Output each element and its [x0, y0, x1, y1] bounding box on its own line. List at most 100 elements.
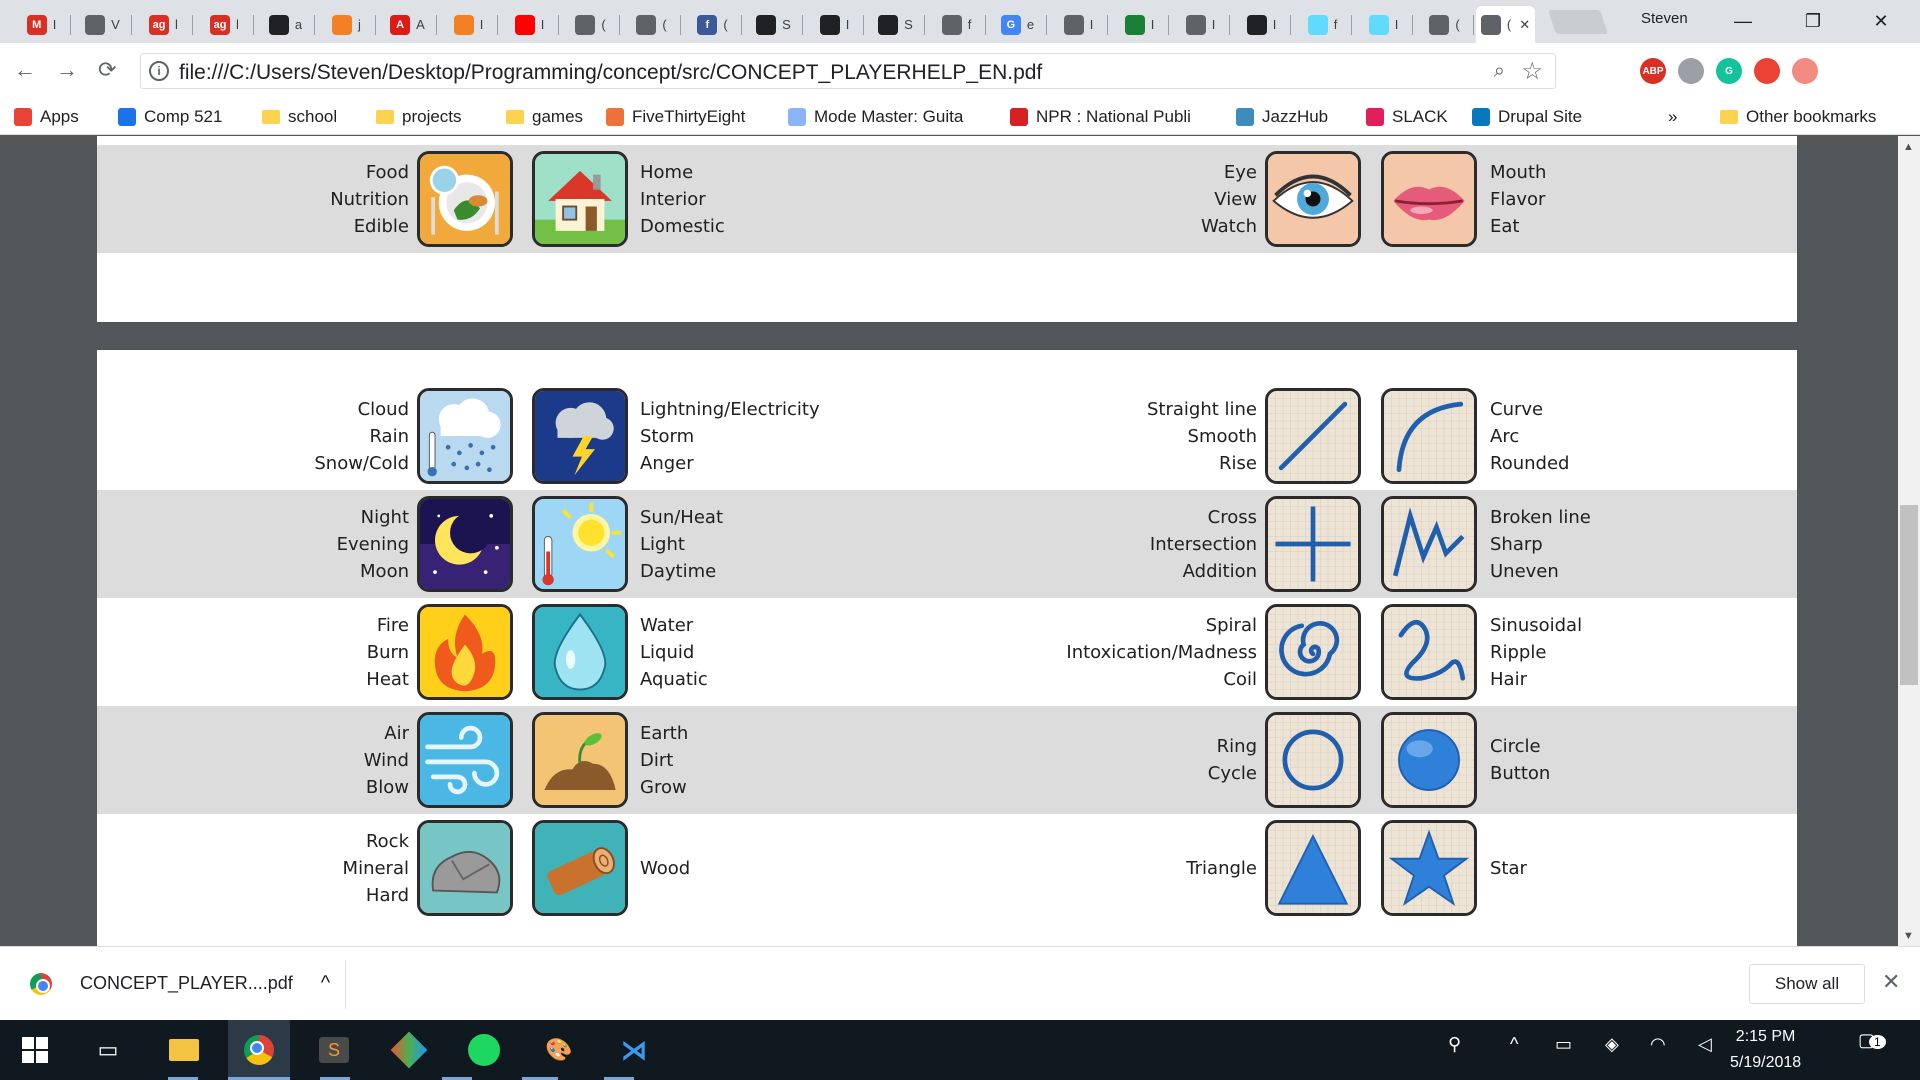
paint-icon[interactable]: 🎨: [539, 1030, 579, 1070]
browser-tab[interactable]: I: [1232, 6, 1291, 43]
browser-tab[interactable]: f: [927, 6, 986, 43]
browser-tab[interactable]: I: [439, 6, 498, 43]
bookmark-slack[interactable]: SLACK: [1366, 107, 1448, 127]
tab-title: f: [967, 17, 972, 32]
grammarly-icon[interactable]: G: [1716, 58, 1742, 84]
browser-tab[interactable]: S: [744, 6, 803, 43]
battery-icon[interactable]: ▭: [1555, 1034, 1572, 1055]
address-bar[interactable]: i file:///C:/Users/Steven/Desktop/Progra…: [140, 53, 1556, 89]
browser-tab[interactable]: I: [1110, 6, 1169, 43]
pdf-viewer[interactable]: Food Nutrition Edible Home Interior Domes…: [0, 136, 1898, 946]
dropbox-icon[interactable]: ◈: [1605, 1034, 1619, 1055]
other-bookmarks[interactable]: Other bookmarks: [1720, 107, 1876, 127]
spiral-icon: [1265, 604, 1361, 700]
bookmark-label: Apps: [40, 107, 79, 126]
browser-tab[interactable]: (: [622, 6, 681, 43]
browser-tab[interactable]: S: [866, 6, 925, 43]
browser-tab[interactable]: AA: [378, 6, 437, 43]
vscode-icon[interactable]: ⋊: [614, 1030, 654, 1070]
spotify-icon[interactable]: [464, 1030, 504, 1070]
folder-icon: [1720, 110, 1738, 124]
bookmark-apps[interactable]: Apps: [14, 107, 79, 127]
download-item[interactable]: CONCEPT_PLAYER....pdf ^: [30, 972, 330, 995]
bookmark-fivethirtyeight[interactable]: FiveThirtyEight: [606, 107, 745, 127]
browser-tab[interactable]: (: [561, 6, 620, 43]
browser-tab[interactable]: j: [317, 6, 376, 43]
bookmark-games[interactable]: games: [506, 107, 583, 127]
file-explorer-icon[interactable]: [164, 1030, 204, 1070]
tab-title: V: [111, 17, 120, 32]
zoom-icon[interactable]: ⌕: [1494, 60, 1505, 83]
bookmark-school[interactable]: school: [262, 107, 337, 127]
browser-tab[interactable]: V: [73, 6, 132, 43]
chevron-up-icon[interactable]: ^: [321, 972, 330, 995]
wood-icon: [532, 820, 628, 916]
browser-tab[interactable]: f(: [683, 6, 742, 43]
forward-arrow-icon[interactable]: →: [56, 57, 78, 83]
bookmark-jazzhub[interactable]: JazzHub: [1236, 107, 1328, 127]
browser-tab[interactable]: I: [1171, 6, 1230, 43]
browser-tab[interactable]: ag l: [134, 6, 193, 43]
scroll-down-arrow-icon[interactable]: ▼: [1903, 930, 1914, 942]
new-tab-button[interactable]: [1548, 10, 1608, 34]
browser-tab[interactable]: I: [1049, 6, 1108, 43]
system-clock[interactable]: 2:15 PM 5/19/2018: [1730, 1024, 1801, 1076]
chevron-up-tray-icon[interactable]: ^: [1510, 1034, 1518, 1055]
browser-tab[interactable]: (✕: [1476, 6, 1535, 43]
scrollbar-thumb[interactable]: [1900, 505, 1918, 685]
browser-tab[interactable]: MI: [12, 6, 71, 43]
folder-icon: [506, 110, 524, 124]
browser-tab[interactable]: Ge: [988, 6, 1047, 43]
browser-tab[interactable]: (: [1415, 6, 1474, 43]
chrome-icon: [30, 972, 52, 995]
clock-time: 2:15 PM: [1735, 1028, 1796, 1045]
restore-button[interactable]: ❐: [1790, 8, 1836, 34]
minimize-button[interactable]: —: [1720, 8, 1766, 34]
browser-tab[interactable]: a: [256, 6, 315, 43]
tab-divider: [863, 15, 864, 35]
arrow-ext-icon[interactable]: [1792, 58, 1818, 84]
tab-title: I: [1394, 17, 1399, 32]
scroll-up-arrow-icon[interactable]: ▲: [1903, 141, 1914, 153]
concept-words: Spiral Intoxication/Madness Coil: [1066, 614, 1257, 690]
browser-tab[interactable]: ag l: [195, 6, 254, 43]
bookmark-comp-521[interactable]: Comp 521: [118, 107, 222, 127]
close-download-bar-icon[interactable]: ✕: [1882, 969, 1900, 995]
notifications-icon[interactable]: ▢1: [1858, 1030, 1886, 1051]
notification-count: 1: [1869, 1035, 1886, 1049]
volume-icon[interactable]: ◁: [1698, 1034, 1712, 1055]
show-all-button[interactable]: Show all: [1749, 964, 1865, 1004]
gift-icon[interactable]: [1754, 58, 1780, 84]
browser-tab[interactable]: I: [805, 6, 864, 43]
tab-divider: [1290, 15, 1291, 35]
bookmark-star-icon[interactable]: ☆: [1521, 57, 1543, 86]
git-kraken-icon[interactable]: [389, 1030, 429, 1070]
windows-start-icon[interactable]: [15, 1030, 55, 1070]
browser-tab[interactable]: f: [1293, 6, 1352, 43]
bookmark-drupal-site[interactable]: Drupal Site: [1472, 107, 1582, 127]
info-icon[interactable]: i: [149, 61, 169, 81]
bookmarks-overflow-button[interactable]: »: [1668, 107, 1677, 127]
reload-icon[interactable]: ⟳: [98, 57, 116, 83]
sublime-icon[interactable]: S: [314, 1030, 354, 1070]
browser-tab[interactable]: I: [500, 6, 559, 43]
chrome-taskbar-icon[interactable]: [239, 1030, 279, 1070]
close-tab-icon[interactable]: ✕: [1519, 17, 1530, 33]
tab-strip: Steven — ❐ ✕ M I Vag l ag l a j A A I I((f(S I Sf Ge I I…: [0, 0, 1920, 43]
bookmark-mode-master-guita[interactable]: Mode Master: Guita: [788, 107, 963, 127]
profile-name[interactable]: Steven: [1641, 10, 1688, 27]
browser-tab[interactable]: I: [1354, 6, 1413, 43]
puzzle-icon[interactable]: [1678, 58, 1704, 84]
back-arrow-icon[interactable]: ←: [14, 57, 36, 83]
wifi-icon[interactable]: ◠: [1650, 1034, 1666, 1055]
close-window-button[interactable]: ✕: [1858, 8, 1904, 34]
tab-divider: [375, 15, 376, 35]
address-url[interactable]: file:///C:/Users/Steven/Desktop/Programm…: [179, 61, 1042, 85]
tab-title: S: [904, 17, 913, 32]
github-icon: [878, 14, 899, 35]
people-icon[interactable]: ⚲: [1448, 1034, 1461, 1055]
bookmark-projects[interactable]: projects: [376, 107, 462, 127]
task-view-icon[interactable]: ▭: [88, 1030, 128, 1070]
abp-icon[interactable]: ABP: [1640, 58, 1666, 84]
bookmark-npr-national-publi[interactable]: NPR : National Publi: [1010, 107, 1191, 127]
